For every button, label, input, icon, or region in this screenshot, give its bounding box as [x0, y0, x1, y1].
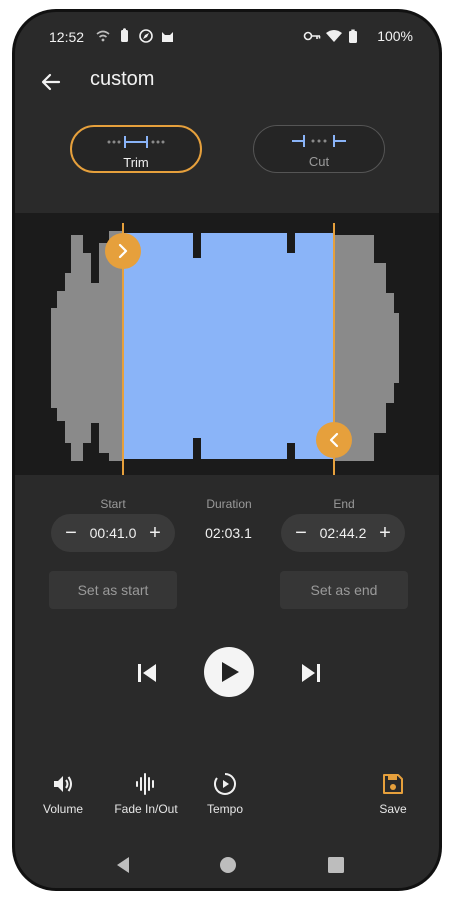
end-increment-button[interactable]: +	[375, 523, 395, 543]
wifi-calling-icon	[96, 30, 110, 42]
trim-icon	[107, 136, 165, 148]
arrow-left-icon[interactable]	[39, 70, 63, 94]
duration-label: Duration	[206, 497, 252, 511]
end-time-value: 02:44.2	[319, 525, 367, 541]
phone-frame: 12:52 100% custom Trim Cut Start Duratio…	[12, 9, 442, 891]
vpn-key-icon	[303, 31, 321, 41]
tempo-label: Tempo	[206, 802, 244, 816]
tempo-icon	[214, 773, 236, 795]
save-tool[interactable]: Save	[353, 772, 433, 816]
set-as-start-button[interactable]: Set as start	[49, 571, 177, 609]
start-decrement-button[interactable]: −	[61, 523, 81, 543]
waveform-icon	[136, 773, 154, 795]
status-left-icons	[95, 28, 185, 44]
waveform-area[interactable]	[15, 213, 439, 475]
cut-icon	[292, 135, 346, 147]
volume-label: Volume	[42, 802, 84, 816]
trim-mode-label: Trim	[123, 155, 149, 170]
volume-tool[interactable]: Volume	[23, 772, 103, 816]
end-handle[interactable]	[316, 422, 352, 458]
save-label: Save	[379, 802, 407, 816]
skip-next-icon[interactable]	[299, 661, 323, 685]
status-time: 12:52	[49, 29, 85, 45]
waveform-selection	[123, 233, 334, 459]
play-button[interactable]	[204, 647, 254, 697]
skip-previous-icon[interactable]	[135, 661, 159, 685]
start-increment-button[interactable]: +	[145, 523, 165, 543]
end-label: End	[333, 497, 355, 511]
volume-icon	[54, 776, 72, 792]
status-bar: 12:52 100%	[15, 12, 439, 52]
set-as-end-button[interactable]: Set as end	[280, 571, 408, 609]
start-label: Start	[100, 497, 126, 511]
wifi-icon	[326, 30, 343, 42]
end-time-stepper: − 02:44.2 +	[281, 514, 405, 552]
system-nav-bar	[15, 850, 439, 880]
fade-label: Fade In/Out	[114, 802, 178, 816]
start-handle[interactable]	[105, 233, 141, 269]
status-right: 100%	[303, 28, 413, 44]
nav-back-icon[interactable]	[115, 856, 131, 874]
waveform[interactable]	[15, 213, 439, 475]
end-decrement-button[interactable]: −	[291, 523, 311, 543]
cut-mode-button[interactable]: Cut	[253, 125, 385, 173]
start-time-value: 00:41.0	[89, 525, 137, 541]
duration-value: 02:03.1	[205, 525, 252, 541]
compass-icon	[139, 29, 153, 43]
nav-recents-icon[interactable]	[327, 856, 345, 874]
battery-icon	[349, 29, 358, 43]
page-title: custom	[90, 68, 155, 90]
nav-home-icon[interactable]	[218, 855, 238, 875]
cut-mode-label: Cut	[308, 154, 330, 169]
play-icon	[222, 662, 239, 682]
tempo-tool[interactable]: Tempo	[185, 772, 265, 816]
notification-icon	[121, 28, 128, 42]
save-icon	[383, 774, 403, 794]
start-time-stepper: − 00:41.0 +	[51, 514, 175, 552]
cat-icon	[162, 32, 173, 42]
trim-mode-button[interactable]: Trim	[70, 125, 202, 173]
battery-percent: 100%	[377, 28, 413, 44]
fade-tool[interactable]: Fade In/Out	[106, 772, 186, 816]
app-screen: 12:52 100% custom Trim Cut Start Duratio…	[15, 12, 439, 888]
